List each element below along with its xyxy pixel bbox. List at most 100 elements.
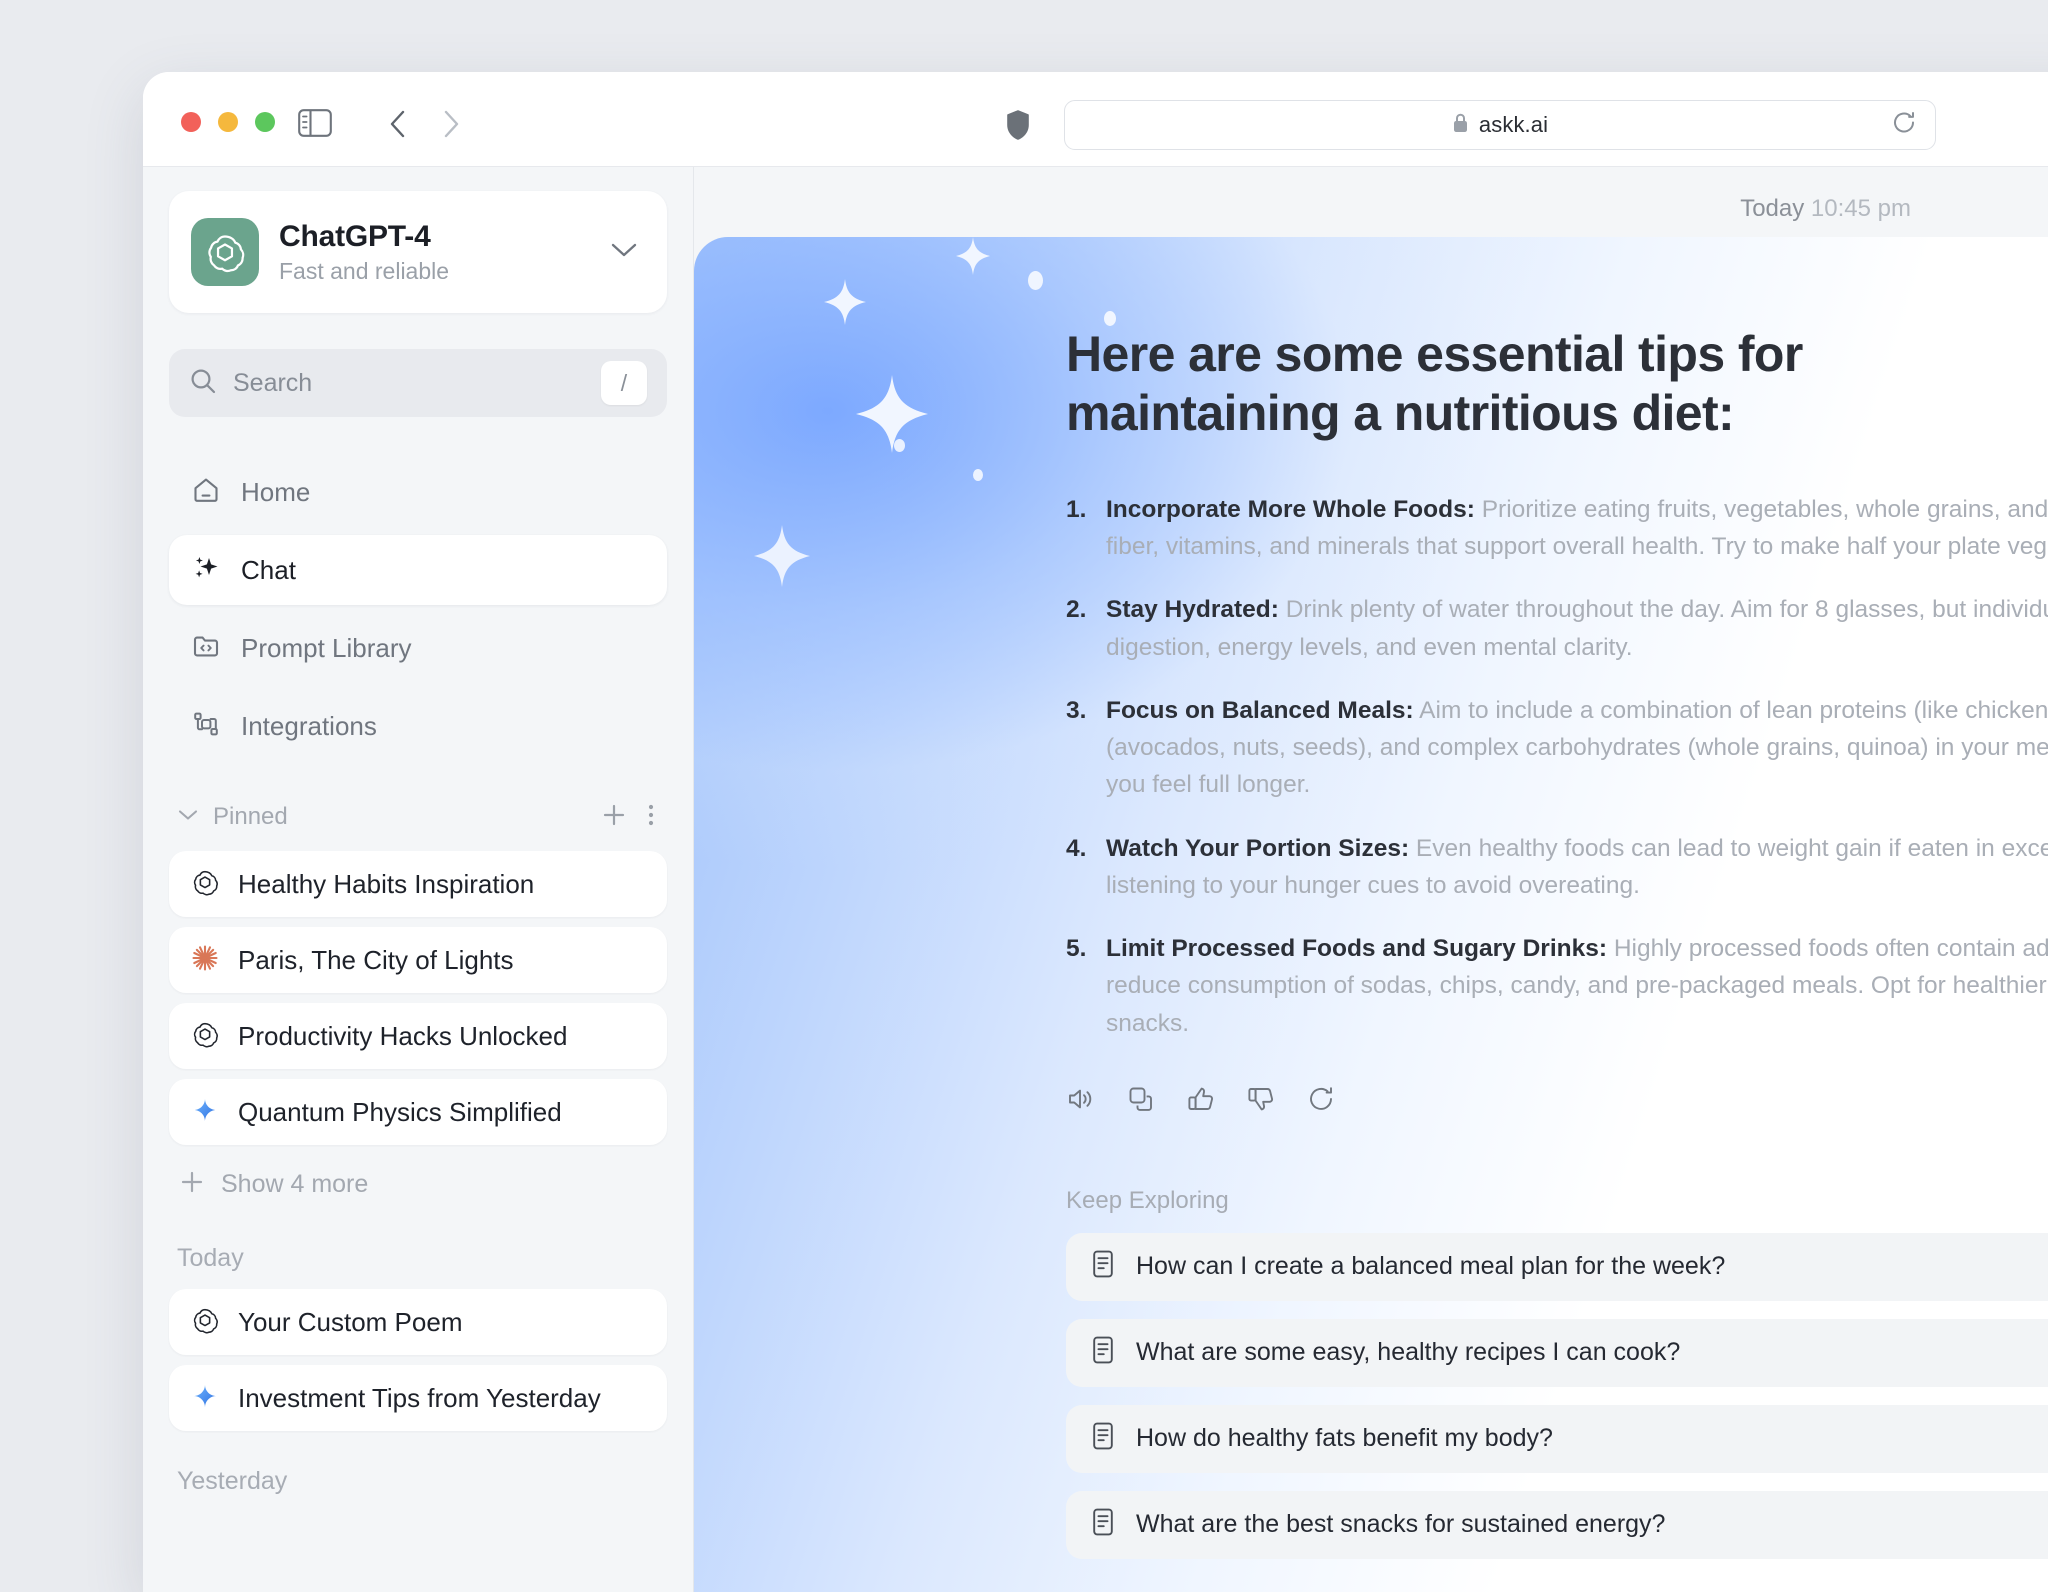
sidebar-toggle-icon[interactable] xyxy=(298,109,332,142)
gemini-sparkle-icon xyxy=(191,1096,219,1129)
sidebar-item-label: Integrations xyxy=(241,710,377,741)
chevron-down-icon[interactable] xyxy=(609,241,645,264)
list-item[interactable]: Investment Tips from Yesterday xyxy=(169,1365,667,1431)
list-item[interactable]: Paris, The City of Lights xyxy=(169,927,667,993)
openai-logo-icon xyxy=(191,1306,219,1339)
model-meta: ChatGPT-4 Fast and reliable xyxy=(279,220,609,285)
list-item-label: Quantum Physics Simplified xyxy=(238,1096,562,1127)
blob-decoration xyxy=(1028,271,1043,290)
tip-title: Watch Your Portion Sizes: xyxy=(1106,834,1410,862)
tip-text: listening to your hunger cues to avoid o… xyxy=(1106,871,1640,899)
sidebar: ChatGPT-4 Fast and reliable Search / Hom… xyxy=(143,167,694,1592)
list-item[interactable]: Quantum Physics Simplified xyxy=(169,1079,667,1145)
close-window-button[interactable] xyxy=(181,112,201,132)
speaker-icon[interactable] xyxy=(1066,1084,1096,1119)
claude-burst-icon xyxy=(191,944,219,977)
timestamp-time: 10:45 pm xyxy=(1810,195,1911,222)
blob-decoration xyxy=(894,439,905,452)
sidebar-item-chat[interactable]: Chat xyxy=(169,535,667,605)
tip-text: Prioritize eating fruits, vegetables, wh… xyxy=(1481,496,2048,523)
blob-decoration xyxy=(1104,311,1116,326)
list-item: Incorporate More Whole Foods: Prioritize… xyxy=(1066,491,2048,565)
keep-exploring-label: Keep Exploring xyxy=(1066,1186,1229,1214)
today-group-label: Today xyxy=(177,1244,244,1272)
search-input[interactable]: Search / xyxy=(169,349,667,417)
list-item-label: Paris, The City of Lights xyxy=(238,944,514,975)
tip-text: fiber, vitamins, and minerals that suppo… xyxy=(1106,533,2048,561)
star-decoration-icon xyxy=(956,237,990,280)
home-icon xyxy=(191,475,221,510)
assistant-message-card: Here are some essential tips for maintai… xyxy=(694,237,2048,1592)
tip-title: Focus on Balanced Meals: xyxy=(1106,696,1414,724)
forward-button[interactable] xyxy=(438,108,464,145)
thumbs-down-icon[interactable] xyxy=(1246,1084,1276,1119)
model-name: ChatGPT-4 xyxy=(279,219,431,253)
copy-icon[interactable] xyxy=(1126,1084,1156,1119)
model-selector[interactable]: ChatGPT-4 Fast and reliable xyxy=(169,191,667,313)
maximize-window-button[interactable] xyxy=(255,112,275,132)
search-placeholder: Search xyxy=(233,368,313,397)
browser-titlebar: askk.ai xyxy=(143,72,2048,167)
openai-logo-icon xyxy=(191,1020,219,1053)
tip-title: Limit Processed Foods and Sugary Drinks: xyxy=(1106,935,1608,963)
suggestion-item[interactable]: What are the best snacks for sustained e… xyxy=(1066,1490,2048,1559)
list-item[interactable]: Productivity Hacks Unlocked xyxy=(169,1003,667,1069)
plus-icon[interactable] xyxy=(601,802,627,833)
sidebar-item-prompt-library[interactable]: Prompt Library xyxy=(169,613,667,683)
main-content: Today 10:45 pm Here are some essential t… xyxy=(694,167,2048,1592)
suggestion-item[interactable]: How do healthy fats benefit my body? xyxy=(1066,1404,2048,1473)
tip-text: Aim to include a combination of lean pro… xyxy=(1419,696,2048,724)
list-item[interactable]: Your Custom Poem xyxy=(169,1289,667,1355)
reload-icon[interactable] xyxy=(1891,110,1917,141)
pinned-title: Pinned xyxy=(213,803,288,830)
suggestion-item[interactable]: What are some easy, healthy recipes I ca… xyxy=(1066,1318,2048,1387)
folder-code-icon xyxy=(191,631,221,666)
document-icon xyxy=(1090,1249,1116,1284)
app-body: ChatGPT-4 Fast and reliable Search / Hom… xyxy=(143,167,2048,1592)
sidebar-item-home[interactable]: Home xyxy=(169,457,667,527)
message-actions xyxy=(1066,1084,2048,1119)
sidebar-item-label: Chat xyxy=(241,554,296,585)
shield-icon[interactable] xyxy=(1005,109,1031,146)
address-bar[interactable]: askk.ai xyxy=(1064,100,1936,150)
thumbs-up-icon[interactable] xyxy=(1186,1084,1216,1119)
tip-text: digestion, energy levels, and even menta… xyxy=(1106,633,1633,661)
document-icon xyxy=(1090,1507,1116,1542)
tip-title: Stay Hydrated: xyxy=(1106,596,1279,624)
suggestion-item[interactable]: How can I create a balanced meal plan fo… xyxy=(1066,1232,2048,1301)
show-more-button[interactable]: Show 4 more xyxy=(169,1155,667,1200)
message-body: Here are some essential tips for maintai… xyxy=(1066,325,2048,1559)
message-timestamp: Today 10:45 pm xyxy=(694,195,2048,223)
suggestion-label: How do healthy fats benefit my body? xyxy=(1136,1424,1553,1453)
list-item-label: Your Custom Poem xyxy=(238,1306,463,1337)
plus-icon xyxy=(179,1169,205,1200)
ellipsis-vertical-icon[interactable] xyxy=(647,802,655,833)
document-icon xyxy=(1090,1421,1116,1456)
chevron-down-icon[interactable] xyxy=(177,808,199,827)
tip-text: Even healthy foods can lead to weight ga… xyxy=(1415,834,2048,862)
list-item-label: Healthy Habits Inspiration xyxy=(238,868,535,899)
back-button[interactable] xyxy=(385,108,411,145)
list-item-label: Productivity Hacks Unlocked xyxy=(238,1020,568,1051)
tip-text: you feel full longer. xyxy=(1106,771,1311,799)
sidebar-item-integrations[interactable]: Integrations xyxy=(169,691,667,761)
model-subtitle: Fast and reliable xyxy=(279,257,450,284)
minimize-window-button[interactable] xyxy=(218,112,238,132)
yesterday-group-label: Yesterday xyxy=(177,1467,288,1495)
page-title: Here are some essential tips for maintai… xyxy=(1066,326,1803,441)
suggestion-label: What are some easy, healthy recipes I ca… xyxy=(1136,1338,1681,1367)
star-decoration-icon xyxy=(856,375,928,458)
list-item[interactable]: Healthy Habits Inspiration xyxy=(169,851,667,917)
star-decoration-icon xyxy=(824,279,866,330)
sparkle-icon xyxy=(191,553,221,588)
list-item: Limit Processed Foods and Sugary Drinks:… xyxy=(1066,930,2048,1042)
list-item-label: Investment Tips from Yesterday xyxy=(238,1382,601,1413)
suggestion-label: What are the best snacks for sustained e… xyxy=(1136,1510,1666,1539)
list-item: Focus on Balanced Meals: Aim to include … xyxy=(1066,692,2048,804)
list-item: Watch Your Portion Sizes: Even healthy f… xyxy=(1066,830,2048,904)
openai-logo-icon xyxy=(191,218,259,286)
regenerate-icon[interactable] xyxy=(1306,1084,1336,1119)
blob-decoration xyxy=(973,469,983,481)
pinned-section-header: Pinned xyxy=(169,797,667,837)
gemini-sparkle-icon xyxy=(191,1382,219,1415)
